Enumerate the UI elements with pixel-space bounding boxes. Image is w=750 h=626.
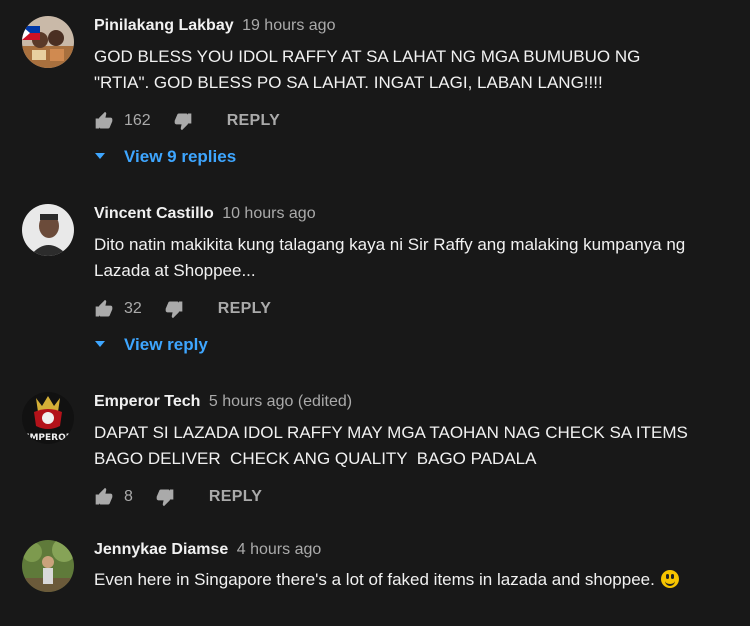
comment-text-body: Even here in Singapore there's a lot of … [94, 570, 655, 589]
chevron-down-icon [94, 335, 106, 355]
comment-text: GOD BLESS YOU IDOL RAFFY AT SA LAHAT NG … [94, 47, 646, 92]
timestamp[interactable]: 4 hours ago [237, 541, 322, 558]
timestamp[interactable]: 5 hours ago (edited) [209, 393, 352, 410]
reply-button[interactable]: REPLY [218, 300, 271, 318]
comment-header: Vincent Castillo 10 hours ago [94, 204, 316, 224]
chevron-down-icon [94, 147, 106, 167]
comment-actions: 8 REPLY [94, 485, 262, 509]
author-name[interactable]: Jennykae Diamse [94, 541, 228, 558]
comment-header: Jennykae Diamse 4 hours ago [94, 540, 321, 560]
like-icon[interactable] [94, 111, 114, 131]
like-icon[interactable] [94, 487, 114, 507]
comment-header: Pinilakang Lakbay 19 hours ago [94, 16, 335, 36]
author-name[interactable]: Vincent Castillo [94, 205, 214, 222]
comment-header: Emperor Tech 5 hours ago (edited) [94, 392, 352, 412]
avatar[interactable] [22, 204, 74, 256]
like-count: 32 [124, 300, 142, 317]
dislike-icon[interactable] [164, 299, 184, 319]
dislike-icon[interactable] [155, 487, 175, 507]
view-replies-label: View 9 replies [124, 147, 237, 166]
avatar[interactable] [22, 540, 74, 592]
like-count: 162 [124, 112, 151, 129]
comment-text: Even here in Singapore there's a lot of … [94, 567, 694, 593]
like-count: 8 [124, 488, 133, 505]
dislike-icon[interactable] [173, 111, 193, 131]
avatar-logo-text: EMPEROR [23, 433, 72, 443]
comment-actions: 162 REPLY [94, 109, 280, 133]
reply-button[interactable]: REPLY [209, 488, 262, 506]
comment-text: Dito natin makikita kung talagang kaya n… [94, 235, 690, 280]
reply-button[interactable]: REPLY [227, 112, 280, 130]
like-icon[interactable] [94, 299, 114, 319]
timestamp[interactable]: 19 hours ago [242, 17, 335, 34]
view-replies-label: View reply [124, 335, 208, 354]
author-name[interactable]: Pinilakang Lakbay [94, 17, 234, 34]
avatar[interactable]: EMPEROR [22, 392, 74, 444]
comment-text: DAPAT SI LAZADA IDOL RAFFY MAY MGA TAOHA… [94, 423, 693, 468]
view-replies-button[interactable]: View 9 replies [94, 145, 236, 169]
view-replies-button[interactable]: View reply [94, 333, 208, 357]
timestamp[interactable]: 10 hours ago [222, 205, 315, 222]
comment-actions: 32 REPLY [94, 297, 271, 321]
author-name[interactable]: Emperor Tech [94, 393, 200, 410]
avatar[interactable] [22, 16, 74, 68]
smiley-emoji-icon [660, 570, 679, 588]
